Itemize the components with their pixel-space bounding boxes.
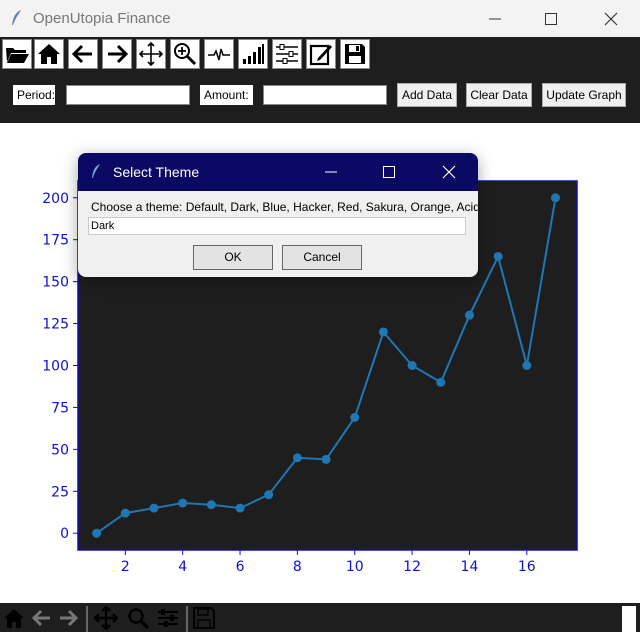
- save-button[interactable]: [340, 39, 370, 69]
- amount-label: Amount:: [200, 85, 253, 105]
- data-point: [178, 498, 188, 508]
- move-icon: [138, 41, 164, 67]
- folder-open-icon: [6, 48, 29, 63]
- title-bar: OpenUtopia Finance: [0, 0, 640, 37]
- x-tick-label: 4: [178, 559, 187, 575]
- ok-button[interactable]: OK: [193, 245, 273, 270]
- data-point: [378, 327, 388, 337]
- chart-bars-button[interactable]: [238, 39, 268, 69]
- y-tick-label: 25: [51, 484, 69, 500]
- zoom-button[interactable]: [170, 39, 200, 69]
- y-tick-label: 100: [42, 359, 69, 375]
- separator: [86, 606, 88, 632]
- update-graph-button[interactable]: Update Graph: [542, 83, 626, 107]
- arrow-right-icon: [108, 44, 129, 64]
- maximize-button[interactable]: [528, 0, 574, 37]
- pan-icon[interactable]: [94, 606, 118, 630]
- cancel-button[interactable]: Cancel: [282, 245, 362, 270]
- data-point: [436, 377, 446, 387]
- y-tick-label: 125: [42, 317, 69, 333]
- sliders-icon: [276, 44, 298, 64]
- data-point: [92, 528, 102, 538]
- window-title: OpenUtopia Finance: [33, 10, 171, 27]
- data-point: [493, 251, 503, 261]
- feather-icon: [92, 164, 100, 178]
- save-icon: [345, 44, 365, 64]
- x-tick-label: 2: [121, 559, 130, 575]
- x-tick-label: 6: [236, 559, 245, 575]
- save-icon[interactable]: [192, 606, 216, 630]
- close-button[interactable]: [588, 0, 634, 37]
- minimize-button[interactable]: [472, 0, 518, 37]
- coordinate-readout: [622, 606, 636, 632]
- zoom-icon[interactable]: [126, 606, 150, 630]
- data-point: [206, 500, 216, 510]
- data-point: [235, 503, 245, 513]
- back-button[interactable]: [68, 39, 98, 69]
- home-icon[interactable]: [2, 606, 26, 630]
- data-point: [522, 361, 532, 370]
- dialog-prompt: Choose a theme: Default, Dark, Blue, Hac…: [91, 200, 478, 214]
- signal-bars-icon: [243, 44, 264, 64]
- maximize-icon[interactable]: [383, 166, 395, 178]
- amount-input[interactable]: [263, 85, 387, 105]
- feather-icon: [12, 10, 21, 25]
- data-point: [350, 412, 360, 422]
- y-tick-label: 50: [51, 442, 69, 458]
- data-point: [550, 193, 560, 203]
- data-point: [292, 453, 302, 463]
- data-point: [149, 503, 159, 513]
- waveform-icon: [208, 48, 230, 61]
- arrow-left-icon: [71, 44, 92, 64]
- x-tick-label: 8: [293, 559, 302, 575]
- edit-button[interactable]: [306, 39, 336, 69]
- zoom-in-icon: [174, 43, 197, 66]
- configure-button[interactable]: [272, 39, 302, 69]
- period-label: Period:: [13, 85, 55, 105]
- home-icon: [38, 44, 60, 64]
- x-tick-label: 10: [346, 559, 364, 575]
- y-tick-label: 75: [51, 400, 69, 416]
- separator: [186, 606, 188, 632]
- maximize-icon: [545, 12, 557, 25]
- dialog-title: Select Theme: [113, 164, 200, 180]
- dialog-title-bar: Select Theme: [78, 153, 478, 191]
- open-button[interactable]: [2, 39, 32, 69]
- close-icon: [604, 12, 618, 25]
- y-tick-label: 175: [42, 233, 69, 249]
- minimize-icon: [489, 18, 501, 19]
- waveform-button[interactable]: [204, 39, 234, 69]
- clear-data-button[interactable]: Clear Data: [466, 83, 532, 107]
- configure-icon[interactable]: [156, 606, 180, 630]
- y-tick-label: 200: [42, 191, 69, 207]
- period-input[interactable]: [66, 85, 190, 105]
- back-icon[interactable]: [30, 606, 54, 630]
- pan-button[interactable]: [136, 39, 166, 69]
- data-point: [120, 508, 130, 518]
- y-tick-label: 150: [42, 275, 69, 291]
- close-icon[interactable]: [442, 165, 456, 179]
- data-point: [407, 361, 417, 370]
- add-data-button[interactable]: Add Data: [397, 83, 457, 107]
- x-tick-label: 16: [518, 559, 536, 575]
- x-tick-label: 14: [461, 559, 479, 575]
- data-point: [264, 490, 274, 500]
- forward-button[interactable]: [102, 39, 132, 69]
- data-point: [464, 310, 474, 320]
- select-theme-dialog: Select Theme Choose a theme: Default, Da…: [78, 153, 478, 277]
- data-point: [321, 454, 331, 464]
- home-button[interactable]: [34, 39, 64, 69]
- edit-icon: [309, 44, 332, 66]
- y-tick-label: 0: [60, 526, 69, 542]
- minimize-icon[interactable]: [325, 166, 337, 178]
- theme-input[interactable]: Dark: [88, 217, 466, 235]
- x-tick-label: 12: [403, 559, 421, 575]
- forward-icon[interactable]: [56, 606, 80, 630]
